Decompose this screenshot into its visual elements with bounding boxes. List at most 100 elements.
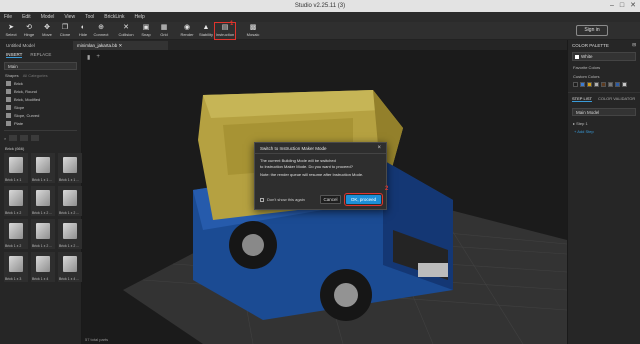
stability-button[interactable]: ▲ Stability [197, 23, 215, 39]
part-tile[interactable]: Brick 1 x 2 ... [58, 186, 82, 216]
part-tile[interactable]: Brick 1 x 1 [4, 153, 28, 183]
tab-insert[interactable]: INSERT [6, 52, 23, 58]
part-tile[interactable]: Brick 1 x 2 ... [58, 219, 82, 249]
view-toggle-grid[interactable] [9, 135, 18, 141]
category-slope-curved[interactable]: Slope, Curved [0, 111, 81, 119]
studio-app: Studio v2.25.11 (3) – □ ✕ File Edit Mode… [0, 0, 640, 344]
color-swatch[interactable] [573, 82, 578, 87]
tab-step-list[interactable]: STEP LIST [572, 96, 592, 102]
stability-icon: ▲ [202, 24, 210, 31]
brick-thumbnail [36, 190, 50, 206]
ok-proceed-button[interactable]: OK, proceed [344, 193, 383, 206]
part-tile[interactable]: Brick 1 x 4 [31, 252, 55, 282]
collapse-icon[interactable]: ⊟ [632, 42, 636, 48]
dialog-body: The current Building Mode will be switch… [255, 154, 386, 185]
color-swatch[interactable] [601, 82, 606, 87]
color-swatches [568, 81, 640, 88]
hide-tool-button[interactable]: ◐ Hide [74, 23, 92, 39]
parts-grid: Brick 1 x 1 Brick 1 x 1 ... Brick 1 x 1 … [0, 153, 82, 282]
round-brick-icon [6, 88, 11, 94]
step-item[interactable]: ▸ Step 1 [568, 119, 640, 128]
part-tile[interactable]: Brick 1 x 3 [4, 252, 28, 282]
category-brick-round[interactable]: Brick, Round [0, 87, 81, 95]
color-swatch[interactable] [608, 82, 613, 87]
cancel-button[interactable]: Cancel [320, 195, 341, 204]
plate-icon [6, 120, 11, 126]
grid-icon: ▦ [160, 24, 168, 31]
color-swatch[interactable] [615, 82, 620, 87]
color-select[interactable]: White [572, 52, 636, 61]
model-select[interactable]: Main Model [572, 108, 636, 116]
dont-show-checkbox[interactable] [260, 197, 264, 202]
curved-slope-icon [6, 112, 11, 118]
category-brick-modified[interactable]: Brick, Modified [0, 95, 81, 103]
step-tabs: STEP LIST COLOR VALIDATOR [568, 92, 640, 105]
palette-tabs: INSERT REPLACE [0, 50, 81, 60]
dialog-note: Note: the render queue will resume after… [260, 172, 364, 177]
annotation-marker-2: 2 [385, 186, 389, 192]
palette-search-row: ⌕ [4, 134, 77, 142]
palette-select[interactable]: Main [4, 62, 77, 70]
close-icon[interactable]: ✕ [630, 0, 636, 12]
grid-toggle[interactable]: ▦ Grid [155, 23, 173, 39]
part-tile[interactable]: Brick 1 x 1 ... [31, 153, 55, 183]
brick-thumbnail [36, 223, 50, 239]
close-icon[interactable]: × [377, 143, 381, 154]
part-tile[interactable]: Brick 1 x 2 ... [31, 219, 55, 249]
collision-toggle[interactable]: ✕ Collision [117, 23, 135, 39]
part-tile[interactable]: Brick 1 x 4 ... [58, 252, 82, 282]
color-swatch[interactable] [580, 82, 585, 87]
menu-view[interactable]: View [64, 14, 75, 20]
modified-brick-icon [6, 96, 11, 102]
brick-icon [6, 80, 11, 86]
snap-toggle[interactable]: ▣ Snap [137, 23, 155, 39]
hinge-tool-button[interactable]: ⟲ Hinge [20, 23, 38, 39]
category-brick[interactable]: Brick [0, 79, 81, 87]
color-swatch[interactable] [594, 82, 599, 87]
menu-help[interactable]: Help [135, 14, 145, 20]
color-swatch[interactable] [622, 82, 627, 87]
dont-show-label: Don't show this again [267, 197, 305, 202]
brick-thumbnail [9, 190, 23, 206]
render-button[interactable]: ◉ Render [178, 23, 196, 39]
minimize-icon[interactable]: – [610, 0, 614, 12]
window-titlebar: Studio v2.25.11 (3) – □ ✕ [0, 0, 640, 12]
close-tab-icon[interactable]: ✕ [119, 43, 123, 48]
brick-thumbnail [9, 223, 23, 239]
arrow-icon: ➤ [8, 24, 14, 31]
filter-button[interactable] [31, 135, 40, 141]
part-tile[interactable]: Brick 1 x 2 ... [31, 186, 55, 216]
tab-untitled-model[interactable]: Untitled Model [2, 41, 72, 50]
add-step-link[interactable]: + Add Step [568, 128, 640, 135]
tab-color-validator[interactable]: COLOR VALIDATOR [598, 96, 635, 102]
category-plate[interactable]: Plate [0, 119, 81, 127]
maximize-icon[interactable]: □ [620, 0, 624, 12]
clone-tool-button[interactable]: ❐ Clone [56, 23, 74, 39]
connect-tool-button[interactable]: ⊕ Connect [92, 23, 110, 39]
mosaic-button[interactable]: ▩ Mosaic [244, 23, 262, 39]
parts-palette-panel: INSERT REPLACE Main Shapes All Categorie… [0, 50, 82, 344]
signin-button[interactable]: Sign in [576, 25, 608, 36]
view-toggle-list[interactable] [20, 135, 29, 141]
color-swatch[interactable] [587, 82, 592, 87]
shapes-header: Shapes All Categories [5, 73, 48, 78]
menu-model[interactable]: Model [41, 14, 55, 20]
search-icon[interactable]: ⌕ [4, 136, 6, 141]
select-tool-button[interactable]: ➤ Select [2, 23, 20, 39]
brick-thumbnail [9, 157, 23, 173]
window-title: Studio v2.25.11 (3) [294, 3, 346, 9]
menu-bricklink[interactable]: BrickLink [104, 14, 124, 20]
menu-tool[interactable]: Tool [85, 14, 94, 20]
collision-icon: ✕ [123, 24, 129, 31]
part-tile[interactable]: Brick 1 x 2 [4, 219, 28, 249]
menu-edit[interactable]: Edit [22, 14, 31, 20]
part-tile[interactable]: Brick 1 x 2 [4, 186, 28, 216]
move-tool-button[interactable]: ✥ Move [38, 23, 56, 39]
tab-minimlan-jakarta[interactable]: minimlan_jakarta.bb ✕ [73, 41, 168, 50]
category-slope[interactable]: Slope [0, 103, 81, 111]
menu-file[interactable]: File [4, 14, 12, 20]
brick-thumbnail [63, 223, 77, 239]
part-tile[interactable]: Brick 1 x 1 ... [58, 153, 82, 183]
slope-icon [6, 104, 11, 110]
tab-replace[interactable]: REPLACE [30, 52, 51, 58]
